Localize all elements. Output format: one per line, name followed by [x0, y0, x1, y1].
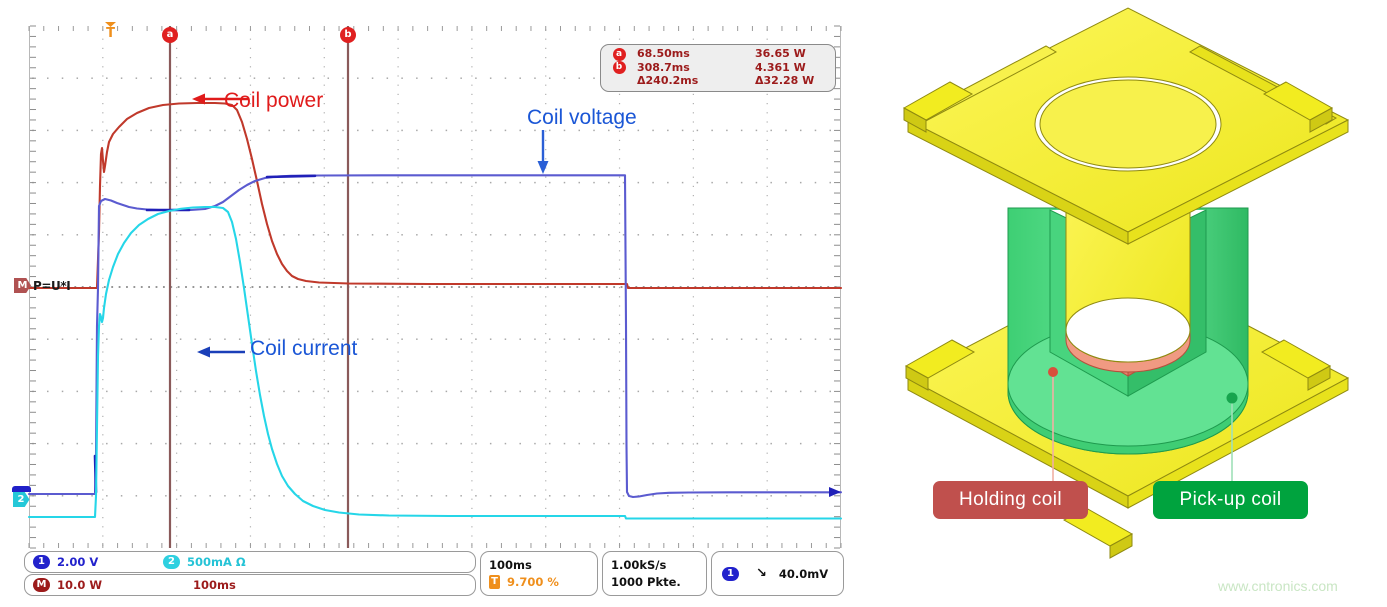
ch2-scale: 500mA Ω — [187, 555, 246, 569]
cursor-delta-time: Δ240.2ms — [637, 73, 699, 87]
trigger-level: 40.0mV — [778, 566, 829, 581]
measurement-table: a 68.50ms 36.65 W b 308.7ms 4.361 W Δ240… — [607, 47, 829, 88]
oscilloscope-capture: Coil power Coil voltage Coil current T a… — [0, 0, 870, 607]
annotation-coil-power: Coil power — [224, 89, 324, 112]
ch2-status[interactable]: 2 500mA Ω — [163, 555, 323, 569]
math-channel-marker[interactable]: M P=U*I — [14, 278, 71, 293]
annotation-coil-current: Coil current — [250, 337, 358, 360]
ch2-chip[interactable]: 2 — [163, 555, 180, 569]
delta-badge-cell — [607, 75, 631, 88]
cursor-b-value: 4.361 W — [755, 60, 806, 74]
status-bar-channels: 1 2.00 V 2 500mA Ω — [24, 551, 476, 573]
table-row: b 308.7ms 4.361 W — [607, 60, 829, 75]
coil-voltage-arrow — [537, 130, 549, 174]
coil-diagram-panel: Holding coil Pick-up coil www.cntronics.… — [870, 0, 1387, 607]
cursor-a-value: 36.65 W — [755, 47, 806, 61]
math-timebase-value: 100ms — [193, 578, 236, 592]
annotation-coil-voltage: Coil voltage — [527, 106, 637, 129]
trigger-pos-chip: T — [489, 575, 500, 589]
trigger-source-chip[interactable]: 1 — [722, 566, 739, 581]
status-bar-timebase[interactable]: 100ms T 9.700 % — [480, 551, 598, 596]
sample-rate: 1.00kS/s — [611, 558, 667, 572]
table-row: a 68.50ms 36.65 W — [607, 47, 829, 61]
trigger-position-status: T 9.700 % — [489, 575, 559, 589]
timebase-value: 100ms — [489, 558, 532, 572]
cursor-b-badge: b — [612, 61, 626, 75]
coil-current-arrow — [197, 346, 245, 358]
screenshot-root: Coil power Coil voltage Coil current T a… — [0, 0, 1387, 607]
ch2-channel-marker[interactable]: 2 — [11, 486, 31, 507]
record-length: 1000 Pkte. — [611, 575, 681, 589]
status-bar-acquisition[interactable]: 1.00kS/s 1000 Pkte. — [602, 551, 707, 596]
ch2-marker-cap — [12, 486, 31, 492]
cursor-measurement-box: a 68.50ms 36.65 W b 308.7ms 4.361 W Δ240… — [600, 44, 836, 92]
pickup-coil-label: Pick-up coil — [1153, 481, 1308, 519]
cursor-a-badge: a — [612, 48, 626, 61]
cursor-b-time: 308.7ms — [637, 60, 690, 74]
holding-coil-label: Holding coil — [933, 481, 1088, 519]
math-timebase: 100ms — [193, 578, 236, 592]
trigger-slope-icon[interactable]: ↘ — [756, 566, 767, 581]
ch1-status[interactable]: 1 2.00 V — [33, 555, 163, 569]
site-watermark: www.cntronics.com — [1218, 578, 1338, 594]
math-chip[interactable]: M — [33, 578, 50, 592]
ch1-chip[interactable]: 1 — [33, 555, 50, 569]
cursor-b-marker[interactable]: b — [340, 27, 356, 43]
math-channel-name: P=U*I — [33, 278, 71, 293]
ch2-marker-tab[interactable]: 2 — [12, 492, 30, 507]
math-marker-tab[interactable]: M — [14, 278, 31, 293]
cursor-delta-value: Δ32.28 W — [755, 73, 815, 87]
table-row: Δ240.2ms Δ32.28 W — [607, 73, 829, 88]
scope-plot-area[interactable] — [27, 25, 843, 549]
status-bar-trigger[interactable]: 1 ↘ 40.0mV — [711, 551, 844, 596]
math-scale: 10.0 W — [57, 578, 103, 592]
ch1-scale: 2.00 V — [57, 555, 99, 569]
status-bar-math: M 10.0 W 100ms — [24, 574, 476, 596]
scope-annotations — [192, 93, 549, 358]
trigger-pos-value: 9.700 % — [507, 575, 559, 589]
upper-frame-plate — [902, 7, 1350, 245]
cursor-a-time: 68.50ms — [637, 47, 690, 61]
cursor-a-marker[interactable]: a — [162, 27, 178, 43]
math-status[interactable]: M 10.0 W — [33, 578, 193, 592]
trigger-position-marker[interactable]: T — [103, 24, 118, 44]
